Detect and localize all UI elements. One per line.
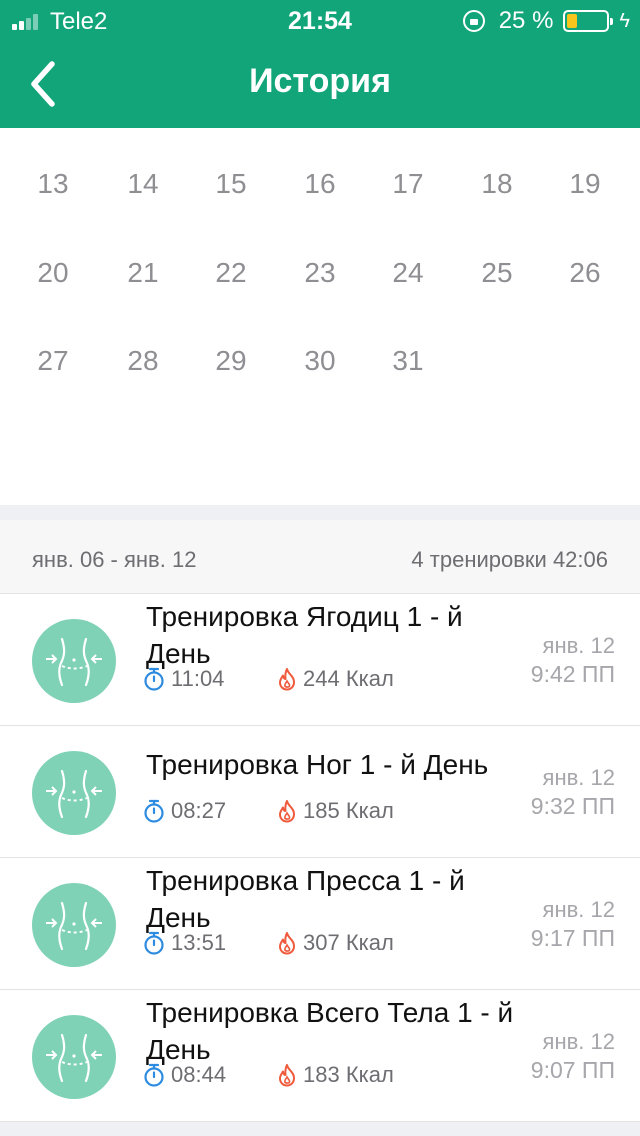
workout-calories: 244 Ккал — [303, 666, 394, 691]
workout-timestamp: янв. 12 9:17 ПП — [531, 896, 615, 952]
stopwatch-icon — [144, 799, 164, 823]
flame-icon — [279, 800, 295, 823]
calendar-day[interactable]: 20 — [13, 257, 93, 289]
calendar-day[interactable]: 27 — [13, 345, 93, 377]
calendar-day[interactable]: 23 — [280, 257, 360, 289]
workout-title: Тренировка Всего Тела 1 - й День — [146, 997, 514, 1065]
workout-row[interactable]: Тренировка Всего Тела 1 - й День 08:44 183… — [0, 990, 640, 1122]
stopwatch-icon — [144, 1063, 164, 1087]
workout-timestamp: янв. 12 9:07 ПП — [531, 1028, 615, 1084]
waist-body-icon — [46, 769, 102, 819]
stopwatch-icon — [144, 931, 164, 955]
workout-time: 9:32 ПП — [530, 793, 615, 819]
workout-list: Тренировка Ягодиц 1 - й День 11:04 244 Кка… — [0, 594, 640, 1122]
calendar-day[interactable]: 19 — [545, 168, 625, 200]
workout-title: Тренировка Ягодиц 1 - й День — [146, 601, 463, 669]
calendar-day[interactable]: 15 — [191, 168, 271, 200]
calendar-day[interactable]: 21 — [103, 257, 183, 289]
workout-avatar — [32, 619, 116, 703]
calendar-day[interactable]: 24 — [368, 257, 448, 289]
calendar-day[interactable]: 17 — [368, 168, 448, 200]
workout-avatar — [32, 883, 116, 967]
workout-meta: 13:51 307 Ккал — [143, 930, 394, 956]
calendar-day[interactable]: 18 — [457, 168, 537, 200]
workout-timestamp: янв. 12 9:32 ПП — [531, 764, 615, 820]
battery-icon — [563, 10, 614, 32]
calendar-day[interactable]: 16 — [280, 168, 360, 200]
workout-time: 9:07 ПП — [530, 1057, 615, 1083]
orientation-lock-icon — [462, 10, 485, 32]
flame-icon — [279, 932, 295, 955]
waist-body-icon — [46, 901, 102, 951]
waist-body-icon — [46, 1033, 102, 1083]
calendar: 13 14 15 16 17 18 19 20 21 22 23 24 25 26 27 28 29 30 31 — [0, 128, 640, 505]
workout-meta: 08:27 185 Ккал — [143, 798, 394, 824]
workout-duration: 13:51 — [171, 930, 227, 955]
week-range: янв. 06 - янв. 12 — [32, 547, 197, 572]
week-summary: 4 тренировки 42:06 — [411, 547, 608, 572]
workout-duration: 08:27 — [171, 798, 227, 823]
workout-meta: 11:04 244 Ккал — [143, 666, 394, 692]
workout-calories: 183 Ккал — [303, 1062, 394, 1087]
workout-avatar — [32, 1015, 116, 1099]
calendar-day[interactable]: 30 — [280, 345, 360, 377]
workout-date: янв. 12 — [542, 633, 615, 658]
status-bar: Tele2 21:54 25 % ϟ — [0, 0, 640, 40]
week-header: янв. 06 - янв. 12 4 тренировки 42:06 — [0, 520, 640, 594]
calendar-day[interactable]: 28 — [103, 345, 183, 377]
workout-row[interactable]: Тренировка Ног 1 - й День 08:27 185 Ккал ян… — [0, 726, 640, 858]
calendar-day[interactable]: 14 — [103, 168, 183, 200]
workout-timestamp: янв. 12 9:42 ПП — [531, 632, 615, 688]
workout-date: янв. 12 — [542, 897, 615, 922]
workout-calories: 185 Ккал — [303, 798, 394, 823]
calendar-day[interactable]: 13 — [13, 168, 93, 200]
flame-icon — [279, 668, 295, 691]
workout-title: Тренировка Пресса 1 - й День — [146, 865, 465, 933]
page-title: История — [249, 62, 391, 100]
stopwatch-icon — [144, 667, 164, 691]
workout-duration: 08:44 — [171, 1062, 227, 1087]
workout-duration: 11:04 — [171, 666, 225, 691]
workout-date: янв. 12 — [542, 765, 615, 790]
calendar-day[interactable]: 26 — [545, 257, 625, 289]
header: Tele2 21:54 25 % ϟ История — [0, 0, 640, 128]
workout-row[interactable]: Тренировка Пресса 1 - й День 13:51 307 Кка… — [0, 858, 640, 990]
workout-title: Тренировка Ног 1 - й День — [146, 749, 489, 780]
charging-icon: ϟ — [619, 9, 630, 32]
workout-time: 9:42 ПП — [530, 661, 615, 687]
workout-date: янв. 12 — [542, 1029, 615, 1054]
calendar-day[interactable]: 31 — [368, 345, 448, 377]
workout-time: 9:17 ПП — [530, 925, 615, 951]
workout-calories: 307 Ккал — [303, 930, 394, 955]
workout-meta: 08:44 183 Ккал — [143, 1062, 394, 1088]
workout-avatar — [32, 751, 116, 835]
waist-body-icon — [46, 637, 102, 687]
flame-icon — [279, 1064, 295, 1087]
calendar-day[interactable]: 25 — [457, 257, 537, 289]
calendar-day[interactable]: 29 — [191, 345, 271, 377]
battery-percent: 25 % — [498, 7, 554, 34]
workout-row[interactable]: Тренировка Ягодиц 1 - й День 11:04 244 Кка… — [0, 594, 640, 726]
calendar-day[interactable]: 22 — [191, 257, 271, 289]
